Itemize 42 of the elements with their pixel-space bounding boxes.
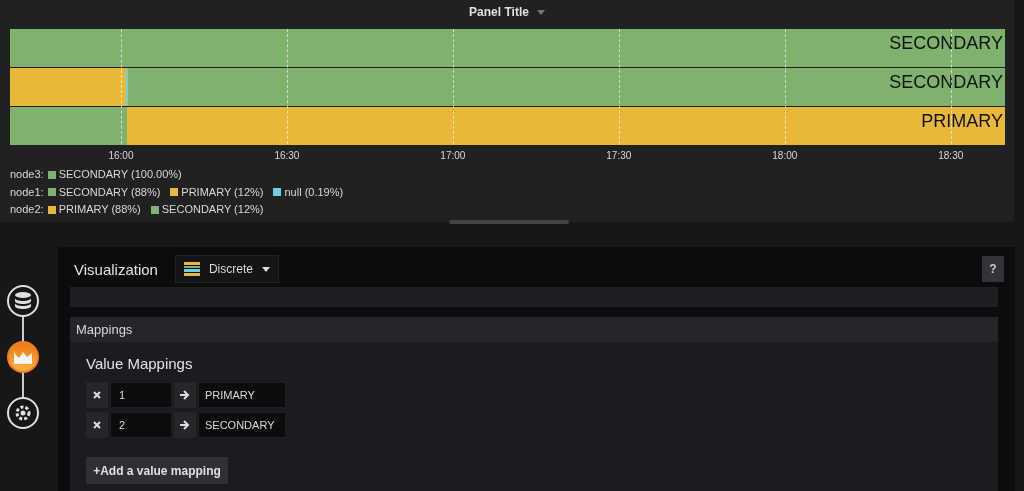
text-input[interactable]: PRIMARY bbox=[198, 382, 286, 408]
axis-tick-label: 16:00 bbox=[108, 150, 134, 161]
database-icon[interactable] bbox=[7, 285, 39, 317]
add-mapping-button[interactable]: +Add a value mapping bbox=[86, 457, 228, 484]
section-header[interactable]: Mappings bbox=[70, 317, 998, 342]
value-input[interactable]: 2 bbox=[110, 412, 172, 438]
legend-item-label[interactable]: null (0.19%) bbox=[284, 183, 344, 201]
value-input[interactable]: 1 bbox=[110, 382, 172, 408]
row-value-label: SECONDARY bbox=[889, 33, 1003, 54]
arrow-right-icon bbox=[174, 382, 196, 408]
axis-tick-label: 18:30 bbox=[938, 150, 964, 161]
remove-button[interactable] bbox=[86, 382, 108, 408]
remove-button[interactable] bbox=[86, 412, 108, 438]
row-value-label: PRIMARY bbox=[921, 111, 1003, 132]
caret-icon[interactable] bbox=[536, 9, 545, 15]
visualization-label: Visualization bbox=[74, 260, 158, 278]
gear-icon[interactable] bbox=[7, 397, 39, 429]
legend-item-label[interactable]: PRIMARY (88%) bbox=[58, 201, 141, 219]
legend-item-label[interactable]: SECONDARY (100.00%) bbox=[58, 166, 182, 184]
panel-title[interactable]: Panel Title bbox=[469, 5, 529, 19]
arrow-right-icon bbox=[174, 412, 196, 438]
help-button[interactable]: ? bbox=[982, 256, 1004, 282]
caret-icon bbox=[261, 266, 270, 272]
subheading: Value Mappings bbox=[86, 355, 194, 372]
axis-tick-label: 17:30 bbox=[606, 150, 632, 161]
text-input[interactable]: SECONDARY bbox=[198, 412, 286, 438]
legend-series-label: node1: bbox=[10, 184, 44, 200]
visualization-select[interactable]: Discrete bbox=[174, 255, 279, 283]
close-icon bbox=[93, 421, 101, 429]
resize-handle[interactable] bbox=[449, 220, 569, 224]
area-chart-icon[interactable] bbox=[7, 341, 39, 373]
row-value-label: SECONDARY bbox=[889, 72, 1003, 93]
legend-item-label[interactable]: SECONDARY (12%) bbox=[161, 201, 264, 219]
legend-item-label[interactable]: PRIMARY (12%) bbox=[181, 183, 264, 201]
axis-tick-label: 17:00 bbox=[440, 150, 466, 161]
legend-item-label[interactable]: SECONDARY (88%) bbox=[58, 183, 161, 201]
close-icon bbox=[93, 391, 101, 399]
axis-tick-label: 18:00 bbox=[772, 150, 798, 161]
legend-series-label: node2: bbox=[10, 202, 44, 217]
discrete-chart-icon bbox=[183, 262, 200, 276]
legend-series-label: node3: bbox=[10, 167, 44, 182]
axis-tick-label: 16:30 bbox=[274, 150, 300, 161]
